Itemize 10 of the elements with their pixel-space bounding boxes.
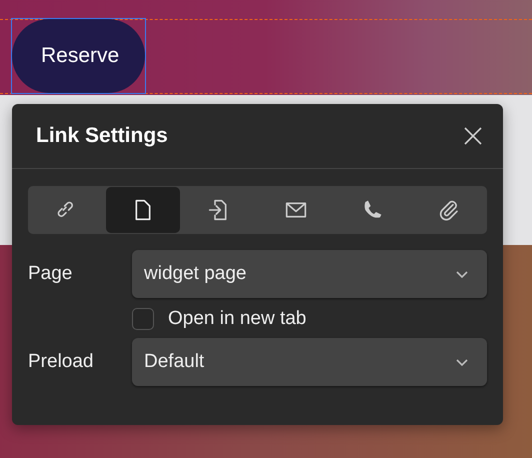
- field-label: Page: [28, 263, 74, 285]
- field-label: Preload: [28, 351, 94, 373]
- checkbox[interactable]: [132, 308, 154, 330]
- page-tab[interactable]: [106, 187, 180, 233]
- checkbox-label: Open in new tab: [168, 308, 306, 330]
- dialog-title: Link Settings: [36, 124, 168, 148]
- preload-select[interactable]: Default: [132, 338, 487, 386]
- reserve-button[interactable]: Reserve: [12, 19, 145, 93]
- page-select[interactable]: widget page: [132, 250, 487, 298]
- close-icon[interactable]: [463, 126, 483, 146]
